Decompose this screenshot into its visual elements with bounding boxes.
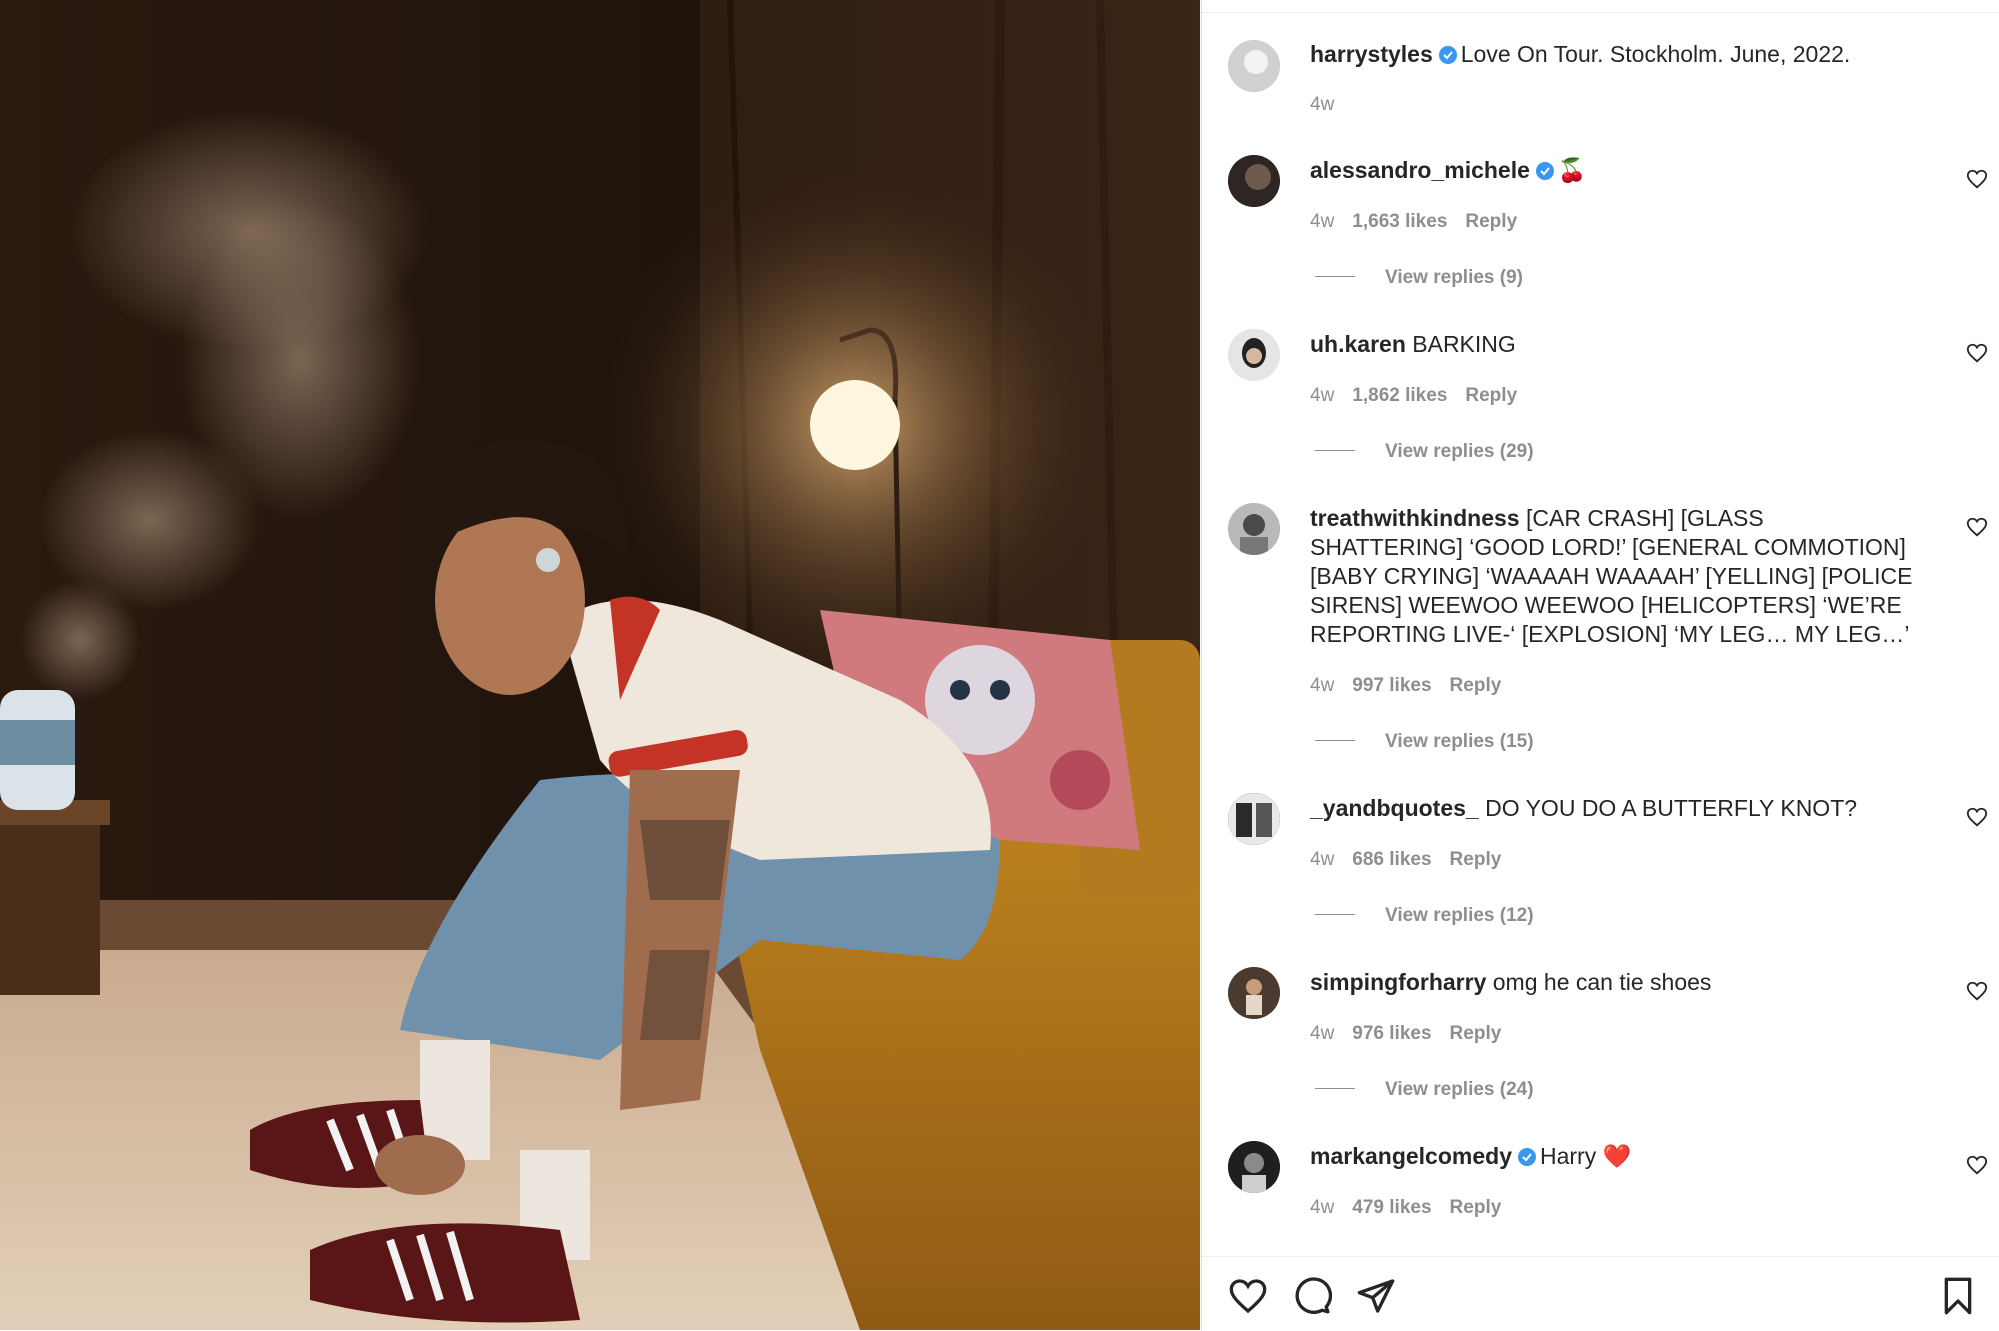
reply-button[interactable]: Reply: [1465, 385, 1517, 406]
comment-meta: 4w 686 likes Reply: [1310, 849, 1519, 871]
view-replies-button[interactable]: View replies (24): [1315, 1079, 1534, 1101]
comment-username[interactable]: uh.karen: [1310, 331, 1406, 357]
reply-button[interactable]: Reply: [1450, 1023, 1502, 1044]
comment-like-heart-icon[interactable]: [1966, 342, 1988, 364]
comment-username[interactable]: simpingforharry: [1310, 969, 1486, 995]
avatar-harrystyles[interactable]: [1228, 40, 1280, 92]
caption-username[interactable]: harrystyles: [1310, 41, 1433, 67]
replies-divider: [1315, 740, 1355, 741]
heart-icon[interactable]: [1228, 1276, 1268, 1316]
comment-likes[interactable]: 976 likes: [1352, 1023, 1431, 1044]
view-replies-button[interactable]: View replies (12): [1315, 905, 1534, 927]
view-replies-label: View replies (29): [1385, 441, 1534, 462]
comment-meta: 4w 1,862 likes Reply: [1310, 385, 1535, 407]
avatar-yandbquotes[interactable]: [1228, 793, 1280, 845]
view-replies-label: View replies (12): [1385, 905, 1534, 926]
avatar-uh-karen[interactable]: [1228, 329, 1280, 381]
comment-likes[interactable]: 479 likes: [1352, 1197, 1431, 1218]
comment-likes[interactable]: 686 likes: [1352, 849, 1431, 870]
caption-time[interactable]: 4w: [1310, 94, 1334, 115]
comment-time[interactable]: 4w: [1310, 675, 1334, 696]
view-replies-button[interactable]: View replies (29): [1315, 441, 1534, 463]
bookmark-icon[interactable]: [1938, 1276, 1978, 1316]
comment-username[interactable]: treathwithkindness: [1310, 505, 1520, 531]
comment-text: 🍒: [1557, 157, 1587, 183]
comment-username[interactable]: alessandro_michele: [1310, 157, 1530, 183]
comments-panel: harrystyles Love On Tour. Stockholm. June…: [1201, 0, 1999, 1330]
comment-username[interactable]: _yandbquotes_: [1310, 795, 1479, 821]
replies-divider: [1315, 450, 1355, 451]
comment-meta: 4w 997 likes Reply: [1310, 675, 1519, 697]
comment-text: BARKING: [1412, 331, 1516, 357]
replies-divider: [1315, 276, 1355, 277]
reply-button[interactable]: Reply: [1465, 211, 1517, 232]
comment-text: Harry ❤️: [1539, 1143, 1632, 1169]
comment-icon[interactable]: [1292, 1276, 1332, 1316]
avatar-markangelcomedy[interactable]: [1228, 1141, 1280, 1193]
avatar-simpingforharry[interactable]: [1228, 967, 1280, 1019]
caption-meta: 4w: [1310, 94, 1352, 116]
view-replies-button[interactable]: View replies (9): [1315, 267, 1523, 289]
comment-likes[interactable]: 1,862 likes: [1352, 385, 1447, 406]
comment-likes[interactable]: 997 likes: [1352, 675, 1431, 696]
comment-likes[interactable]: 1,663 likes: [1352, 211, 1447, 232]
post-photo: [0, 0, 1200, 1330]
comment-time[interactable]: 4w: [1310, 1023, 1334, 1044]
comment-time[interactable]: 4w: [1310, 385, 1334, 406]
comment-like-heart-icon[interactable]: [1966, 516, 1988, 538]
comment: simpingforharry omg he can tie shoes: [1310, 968, 1920, 997]
post-photo-illustration: [0, 0, 1200, 1330]
view-replies-label: View replies (9): [1385, 267, 1523, 288]
avatar-treathwithkindness[interactable]: [1228, 503, 1280, 555]
comment-text: omg he can tie shoes: [1492, 969, 1712, 995]
comment-like-heart-icon[interactable]: [1966, 168, 1988, 190]
reply-button[interactable]: Reply: [1450, 675, 1502, 696]
comment-time[interactable]: 4w: [1310, 1197, 1334, 1218]
replies-divider: [1315, 1088, 1355, 1089]
verified-badge-icon: [1517, 1145, 1537, 1166]
reply-button[interactable]: Reply: [1450, 849, 1502, 870]
comment: uh.karen BARKING: [1310, 330, 1920, 359]
comment-username[interactable]: markangelcomedy: [1310, 1143, 1512, 1169]
view-replies-label: View replies (15): [1385, 731, 1534, 752]
comment-meta: 4w 479 likes Reply: [1310, 1197, 1519, 1219]
avatar-alessandro-michele[interactable]: [1228, 155, 1280, 207]
comment-meta: 4w 976 likes Reply: [1310, 1023, 1519, 1045]
comment-time[interactable]: 4w: [1310, 849, 1334, 870]
comment-text: DO YOU DO A BUTTERFLY KNOT?: [1485, 795, 1858, 821]
view-replies-button[interactable]: View replies (15): [1315, 731, 1534, 753]
comment-meta: 4w 1,663 likes Reply: [1310, 211, 1535, 233]
comment: treathwithkindness [CAR CRASH] [GLASS SH…: [1310, 504, 1920, 649]
caption-text: Love On Tour. Stockholm. June, 2022.: [1460, 41, 1851, 67]
share-icon[interactable]: [1356, 1276, 1396, 1316]
replies-divider: [1315, 914, 1355, 915]
comment: alessandro_michele 🍒: [1310, 156, 1920, 185]
divider: [1202, 12, 1999, 13]
comment-time[interactable]: 4w: [1310, 211, 1334, 232]
comment-like-heart-icon[interactable]: [1966, 806, 1988, 828]
reply-button[interactable]: Reply: [1450, 1197, 1502, 1218]
post-action-bar: [1202, 1256, 1999, 1331]
post-caption: harrystyles Love On Tour. Stockholm. June…: [1310, 40, 1920, 69]
verified-badge-icon: [1438, 43, 1458, 64]
verified-badge-icon: [1535, 159, 1555, 180]
comment-like-heart-icon[interactable]: [1966, 1154, 1988, 1176]
comment: markangelcomedy Harry ❤️: [1310, 1142, 1920, 1171]
view-replies-label: View replies (24): [1385, 1079, 1534, 1100]
comment: _yandbquotes_ DO YOU DO A BUTTERFLY KNOT…: [1310, 794, 1920, 823]
comment-like-heart-icon[interactable]: [1966, 980, 1988, 1002]
